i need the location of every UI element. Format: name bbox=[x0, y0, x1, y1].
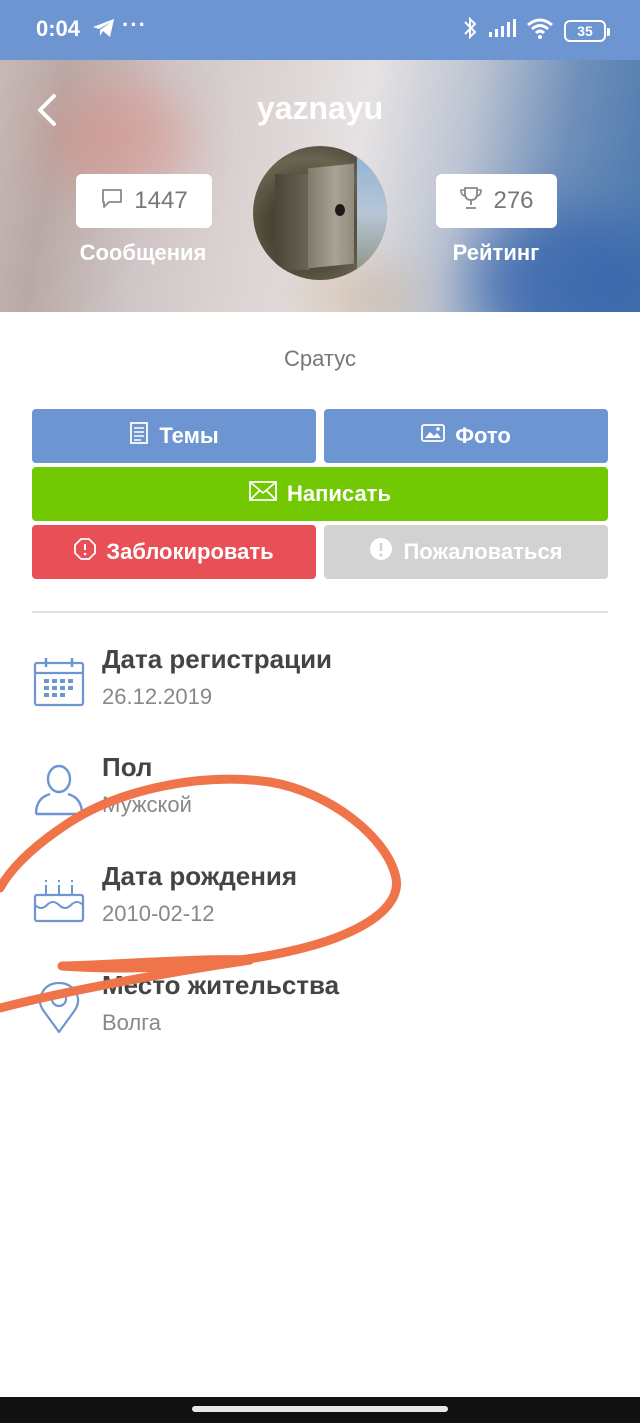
info-registration-date: Дата регистрации 26.12.2019 bbox=[0, 644, 640, 724]
report-label: Пожаловаться bbox=[403, 539, 563, 564]
photo-button[interactable]: Фото bbox=[324, 409, 608, 463]
info-gender: Пол Мужской bbox=[0, 752, 640, 832]
block-button[interactable]: Заблокировать bbox=[32, 525, 316, 579]
topics-label: Темы bbox=[159, 423, 219, 448]
status-time: 0:04 bbox=[36, 16, 81, 41]
wifi-icon bbox=[526, 17, 554, 44]
system-nav-bar bbox=[0, 1397, 640, 1423]
info-birth-date: Дата рождения 2010-02-12 bbox=[0, 861, 640, 941]
profile-status: Сратус bbox=[284, 346, 356, 371]
home-gesture-handle[interactable] bbox=[192, 1406, 448, 1412]
messages-count: 1447 bbox=[134, 187, 188, 214]
trophy-icon bbox=[459, 185, 483, 218]
image-icon bbox=[421, 423, 446, 449]
rating-count-button[interactable]: 276 bbox=[436, 174, 557, 228]
info-title: Место жительства bbox=[102, 970, 340, 1000]
user-icon bbox=[32, 762, 86, 816]
messages-label: Сообщения bbox=[79, 240, 207, 265]
block-label: Заблокировать bbox=[106, 539, 274, 564]
info-value: Мужской bbox=[102, 792, 192, 817]
message-icon bbox=[100, 186, 124, 217]
document-icon bbox=[129, 422, 149, 450]
photo-label: Фото bbox=[455, 423, 511, 448]
profile-header: yaznayu 1447 Сообщения 276 Рейтинг bbox=[0, 60, 640, 312]
calendar-icon bbox=[32, 654, 86, 708]
report-button[interactable]: Пожаловаться bbox=[324, 525, 608, 579]
envelope-icon bbox=[249, 481, 277, 507]
telegram-icon bbox=[92, 18, 116, 43]
location-pin-icon bbox=[32, 980, 86, 1034]
exclamation-icon bbox=[369, 537, 393, 567]
info-location: Место жительства Волга bbox=[0, 970, 640, 1050]
status-bar: 0:04 ··· 35 bbox=[0, 0, 640, 60]
profile-screen: { "status_bar": { "time": "0:04", "dots"… bbox=[0, 0, 640, 1423]
write-message-button[interactable]: Написать bbox=[32, 467, 608, 521]
topics-button[interactable]: Темы bbox=[32, 409, 316, 463]
cake-icon bbox=[32, 871, 86, 925]
rating-label: Рейтинг bbox=[452, 240, 540, 265]
messages-count-button[interactable]: 1447 bbox=[76, 174, 212, 228]
battery-icon: 35 bbox=[564, 19, 610, 42]
more-notifications-icon: ··· bbox=[122, 12, 147, 37]
signal-icon bbox=[488, 18, 516, 43]
write-label: Написать bbox=[287, 481, 391, 506]
status-icons: 35 bbox=[462, 16, 610, 45]
info-title: Дата регистрации bbox=[102, 644, 333, 674]
bluetooth-icon bbox=[462, 16, 478, 45]
info-title: Пол bbox=[102, 752, 153, 782]
divider bbox=[32, 611, 608, 613]
info-value: 2010-02-12 bbox=[102, 901, 215, 926]
info-value: 26.12.2019 bbox=[102, 684, 213, 709]
block-icon bbox=[74, 538, 97, 566]
info-value: Волга bbox=[102, 1010, 162, 1035]
rating-count: 276 bbox=[493, 187, 534, 214]
avatar[interactable] bbox=[253, 146, 387, 280]
info-title: Дата рождения bbox=[102, 861, 298, 891]
profile-username: yaznayu bbox=[256, 90, 384, 126]
